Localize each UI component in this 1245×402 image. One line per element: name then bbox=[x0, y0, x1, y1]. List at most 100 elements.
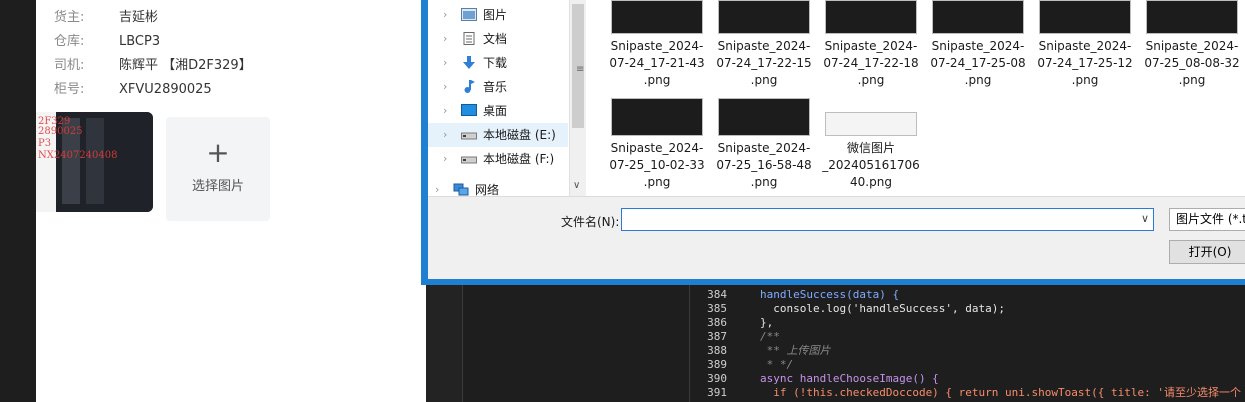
code-line[interactable]: async handleChooseImage() { bbox=[760, 372, 939, 386]
field-owner: 货主: 吉延彬 bbox=[54, 8, 158, 28]
chevron-right-icon[interactable]: › bbox=[443, 75, 447, 99]
code-comment: ** 上传图片 bbox=[760, 344, 831, 357]
choose-image-label: 选择图片 bbox=[191, 179, 244, 194]
uploaded-image-thumbnail[interactable]: 2F329 2890025 P3 NX2407240408 bbox=[36, 112, 153, 212]
nav-item-label: 桌面 bbox=[483, 104, 508, 118]
file-thumbnail bbox=[611, 98, 703, 136]
code-line[interactable]: }, bbox=[760, 316, 773, 330]
file-name: Snipaste_2024- 07-24_17-21-43 .png bbox=[609, 39, 705, 87]
field-value: LBCP3 bbox=[119, 34, 161, 49]
desktop-folder-icon bbox=[461, 104, 477, 116]
file-item[interactable]: Snipaste_2024- 07-25_10-02-33 .png bbox=[607, 98, 707, 191]
code-line[interactable]: if (!this.checkedDoccode) { return uni.s… bbox=[760, 386, 1241, 400]
nav-item-label: 下载 bbox=[483, 56, 508, 70]
scrollbar-thumb[interactable]: ≡ bbox=[572, 4, 584, 128]
field-container-no: 柜号: XFVU2890025 bbox=[54, 80, 212, 100]
editor-gutter bbox=[426, 285, 463, 402]
code-comment: /** bbox=[760, 330, 780, 343]
nav-item-label: 文档 bbox=[483, 32, 508, 46]
filename-input[interactable]: ∨ bbox=[621, 208, 1154, 231]
file-item[interactable]: Snipaste_2024- 07-24_17-25-12 .png bbox=[1035, 0, 1135, 89]
file-open-dialog: › 图片 › 文档 › 下载 › 音乐 › 桌面 › 本地磁盘 (E:) › 本… bbox=[421, 0, 1245, 285]
thumbnail-watermark-text: NX2407240408 bbox=[38, 150, 118, 161]
code-text: console.log('handleSuccess', data); bbox=[760, 302, 1006, 315]
file-name: Snipaste_2024- 07-24_17-25-12 .png bbox=[1037, 39, 1133, 87]
file-item[interactable]: Snipaste_2024- 07-25_16-58-48 .png bbox=[714, 98, 814, 191]
code-text: async handleChooseImage() { bbox=[760, 372, 939, 385]
code-text: if (!this.checkedDoccode) { return uni.s… bbox=[760, 386, 1241, 399]
nav-item-documents[interactable]: › 文档 bbox=[428, 27, 568, 51]
nav-item-desktop[interactable]: › 桌面 bbox=[428, 99, 568, 123]
chevron-down-icon[interactable]: ∨ bbox=[1141, 212, 1149, 225]
file-item[interactable]: Snipaste_2024- 07-25_08-08-32 .png bbox=[1142, 0, 1242, 89]
left-dark-strip bbox=[0, 0, 36, 402]
drive-icon bbox=[461, 132, 477, 140]
download-arrow-icon bbox=[463, 56, 475, 69]
line-number: 389 bbox=[707, 358, 727, 371]
file-item[interactable]: Snipaste_2024- 07-24_17-22-15 .png bbox=[714, 0, 814, 89]
file-thumbnail bbox=[718, 0, 810, 34]
field-label: 柜号: bbox=[54, 82, 85, 97]
line-number: 386 bbox=[707, 316, 727, 329]
file-name: Snipaste_2024- 07-24_17-22-18 .png bbox=[823, 39, 919, 87]
chevron-right-icon[interactable]: › bbox=[443, 3, 447, 27]
nav-item-label: 本地磁盘 (E:) bbox=[483, 128, 556, 142]
file-name: Snipaste_2024- 07-24_17-25-08 .png bbox=[930, 39, 1026, 87]
code-line[interactable]: /** bbox=[760, 330, 780, 344]
field-value: 陈辉平 【湘D2F329】 bbox=[119, 58, 252, 73]
code-text: handleSuccess(data) { bbox=[760, 288, 900, 301]
nav-item-label: 本地磁盘 (F:) bbox=[483, 152, 555, 166]
documents-folder-icon bbox=[463, 32, 475, 45]
line-number: 391 bbox=[707, 386, 727, 399]
filetype-select[interactable]: 图片文件 (*.tif bbox=[1169, 208, 1245, 231]
nav-scrollbar[interactable]: ≡ ∨ bbox=[569, 0, 587, 196]
file-thumbnail bbox=[1039, 0, 1131, 34]
code-editor[interactable]: 384 handleSuccess(data) { 385 console.lo… bbox=[426, 285, 1245, 402]
file-item[interactable]: Snipaste_2024- 07-24_17-25-08 .png bbox=[928, 0, 1028, 89]
nav-item-drive-e[interactable]: › 本地磁盘 (E:) bbox=[428, 123, 568, 147]
file-thumbnail bbox=[825, 0, 917, 34]
nav-item-music[interactable]: › 音乐 bbox=[428, 75, 568, 99]
file-thumbnail bbox=[1146, 0, 1238, 34]
nav-item-label: 图片 bbox=[483, 8, 508, 22]
field-value: XFVU2890025 bbox=[119, 82, 212, 97]
file-item[interactable]: Snipaste_2024- 07-24_17-21-43 .png bbox=[607, 0, 707, 89]
file-name: 微信图片 _202405161706 40.png bbox=[822, 141, 920, 189]
choose-image-button[interactable]: + 选择图片 bbox=[166, 117, 270, 221]
dialog-bottom-bar: 文件名(N): ∨ 图片文件 (*.tif 打开(O) bbox=[428, 196, 1245, 279]
plus-icon: + bbox=[206, 136, 230, 169]
chevron-down-icon[interactable]: ∨ bbox=[573, 180, 580, 191]
thumbnail-watermark-text: P3 bbox=[38, 138, 52, 149]
thumbnail-watermark-text: 2890025 bbox=[38, 126, 83, 137]
field-label: 仓库: bbox=[54, 34, 85, 49]
nav-item-pictures[interactable]: › 图片 bbox=[428, 3, 568, 27]
file-thumbnail bbox=[932, 0, 1024, 34]
filename-label: 文件名(N): bbox=[561, 215, 620, 229]
nav-item-downloads[interactable]: › 下载 bbox=[428, 51, 568, 75]
field-value: 吉延彬 bbox=[119, 10, 159, 25]
file-thumbnail bbox=[611, 0, 703, 34]
code-text: }, bbox=[760, 316, 774, 329]
pictures-folder-icon bbox=[461, 8, 477, 21]
file-name: Snipaste_2024- 07-24_17-22-15 .png bbox=[716, 39, 812, 87]
nav-item-drive-f[interactable]: › 本地磁盘 (F:) bbox=[428, 147, 568, 171]
file-thumbnail bbox=[718, 98, 810, 136]
dialog-body: › 图片 › 文档 › 下载 › 音乐 › 桌面 › 本地磁盘 (E:) › 本… bbox=[428, 0, 1245, 279]
file-item[interactable]: Snipaste_2024- 07-24_17-22-18 .png bbox=[821, 0, 921, 89]
chevron-right-icon[interactable]: › bbox=[443, 51, 447, 75]
code-line[interactable]: * */ bbox=[760, 358, 794, 372]
open-button[interactable]: 打开(O) bbox=[1169, 240, 1245, 264]
chevron-right-icon[interactable]: › bbox=[443, 123, 447, 147]
chevron-right-icon[interactable]: › bbox=[443, 27, 447, 51]
chevron-right-icon[interactable]: › bbox=[443, 99, 447, 123]
code-line[interactable]: console.log('handleSuccess', data); bbox=[760, 302, 1005, 316]
navigation-pane: › 图片 › 文档 › 下载 › 音乐 › 桌面 › 本地磁盘 (E:) › 本… bbox=[428, 0, 587, 197]
chevron-right-icon[interactable]: › bbox=[443, 147, 447, 171]
file-item[interactable]: 微信图片 _202405161706 40.png bbox=[821, 98, 921, 191]
code-line[interactable]: handleSuccess(data) { bbox=[760, 288, 899, 302]
file-name: Snipaste_2024- 07-25_08-08-32 .png bbox=[1144, 39, 1240, 87]
field-label: 司机: bbox=[54, 58, 85, 73]
code-line[interactable]: ** 上传图片 bbox=[760, 344, 831, 358]
nav-item-label: 音乐 bbox=[483, 80, 508, 94]
network-icon bbox=[453, 183, 469, 196]
